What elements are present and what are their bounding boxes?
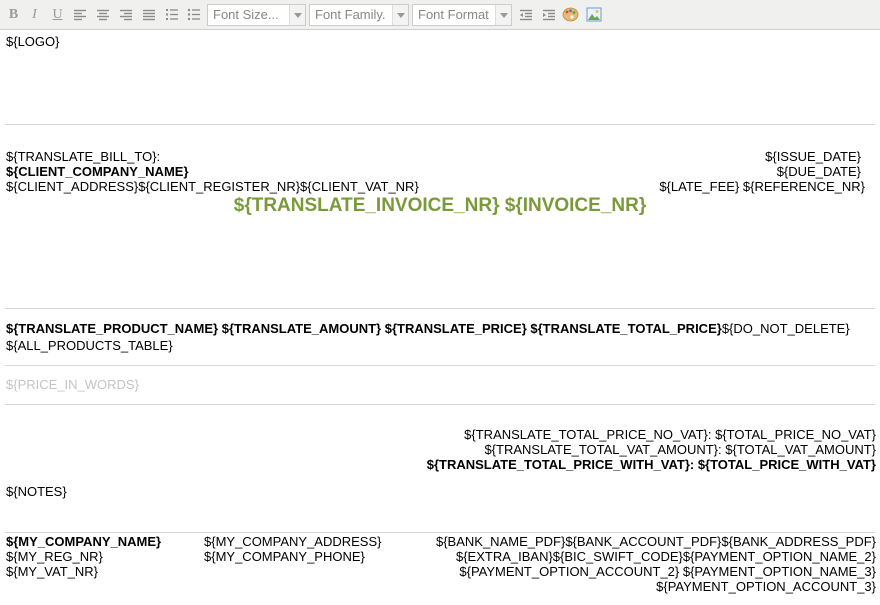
client-address: ${CLIENT_ADDRESS}${CLIENT_REGISTER_NR}${…: [6, 179, 419, 194]
my-company-address: ${MY_COMPANY_ADDRESS}: [204, 534, 382, 549]
font-format-value: Font Format: [418, 7, 489, 22]
divider: [5, 124, 875, 125]
font-size-value: Font Size...: [213, 7, 279, 22]
align-right-icon[interactable]: [117, 6, 134, 23]
logo-placeholder: ${LOGO}: [6, 34, 60, 49]
indent-icon[interactable]: [540, 6, 557, 23]
do-not-delete-marker: ${DO_NOT_DELETE}: [721, 321, 850, 336]
my-vat-nr: ${MY_VAT_NR}: [6, 564, 99, 579]
payment-option-2: ${PAYMENT_OPTION_ACCOUNT_2} ${PAYMENT_OP…: [459, 564, 876, 579]
bill-to-label: ${TRANSLATE_BILL_TO}:: [6, 149, 161, 164]
payment-option-3: ${PAYMENT_OPTION_ACCOUNT_3}: [656, 579, 876, 594]
color-palette-icon[interactable]: [562, 6, 579, 23]
total-price-with-vat: ${TRANSLATE_TOTAL_PRICE_WITH_VAT}: ${TOT…: [426, 457, 876, 472]
divider: [5, 404, 875, 405]
ordered-list-icon[interactable]: [163, 6, 180, 23]
editor-toolbar: B I U Font Size... Font Family. Font For…: [0, 0, 880, 30]
bold-icon[interactable]: B: [5, 6, 22, 23]
font-family-select[interactable]: Font Family.: [309, 4, 409, 26]
products-table-header: ${TRANSLATE_PRODUCT_NAME} ${TRANSLATE_AM…: [6, 321, 850, 336]
total-vat-amount: ${TRANSLATE_TOTAL_VAT_AMOUNT}: ${TOTAL_V…: [484, 442, 876, 457]
issue-date: ${ISSUE_DATE}: [765, 149, 861, 164]
outdent-icon[interactable]: [517, 6, 534, 23]
font-format-select[interactable]: Font Format: [412, 4, 512, 26]
justify-icon[interactable]: [140, 6, 157, 23]
late-fee-reference: ${LATE_FEE} ${REFERENCE_NR}: [659, 179, 865, 194]
my-reg-nr: ${MY_REG_NR}: [6, 549, 103, 564]
font-size-select[interactable]: Font Size...: [207, 4, 306, 26]
divider: [5, 365, 875, 366]
my-company-name: ${MY_COMPANY_NAME}: [6, 534, 162, 549]
document-body[interactable]: ${LOGO} ${TRANSLATE_BILL_TO}: ${CLIENT_C…: [0, 30, 880, 605]
bank-details: ${BANK_NAME_PDF}${BANK_ACCOUNT_PDF}${BAN…: [435, 534, 876, 549]
all-products-table: ${ALL_PRODUCTS_TABLE}: [6, 338, 173, 353]
client-company-name: ${CLIENT_COMPANY_NAME}: [6, 164, 189, 179]
chevron-down-icon[interactable]: [495, 5, 511, 25]
my-company-phone: ${MY_COMPANY_PHONE}: [204, 549, 365, 564]
font-family-value: Font Family.: [315, 7, 386, 22]
notes: ${NOTES}: [6, 484, 67, 499]
italic-icon[interactable]: I: [26, 6, 43, 23]
chevron-down-icon[interactable]: [289, 5, 305, 25]
iban-swift: ${EXTRA_IBAN}${BIC_SWIFT_CODE}${PAYMENT_…: [455, 549, 876, 564]
invoice-title: ${TRANSLATE_INVOICE_NR} ${INVOICE_NR}: [233, 195, 647, 216]
products-header-columns: ${TRANSLATE_PRODUCT_NAME} ${TRANSLATE_AM…: [6, 321, 722, 336]
total-price-no-vat: ${TRANSLATE_TOTAL_PRICE_NO_VAT}: ${TOTAL…: [464, 427, 876, 442]
align-center-icon[interactable]: [94, 6, 111, 23]
unordered-list-icon[interactable]: [185, 6, 202, 23]
insert-image-icon[interactable]: [585, 6, 602, 23]
underline-icon[interactable]: U: [49, 6, 66, 23]
due-date: ${DUE_DATE}: [776, 164, 861, 179]
divider: [5, 532, 875, 533]
price-in-words: ${PRICE_IN_WORDS}: [6, 377, 139, 392]
align-left-icon[interactable]: [71, 6, 88, 23]
divider: [5, 308, 875, 309]
chevron-down-icon[interactable]: [392, 5, 408, 25]
